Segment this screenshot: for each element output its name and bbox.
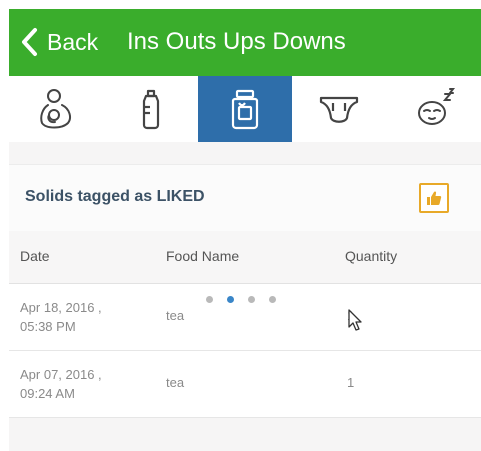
tab-bottle[interactable] xyxy=(103,76,197,142)
thumbs-up-icon xyxy=(427,191,442,205)
tab-solids[interactable] xyxy=(197,76,293,142)
column-header-quantity: Quantity xyxy=(345,248,398,264)
chevron-left-icon xyxy=(22,28,37,56)
back-button[interactable]: Back xyxy=(19,23,98,61)
page-dot-active[interactable] xyxy=(226,296,234,303)
bottle-icon xyxy=(142,89,159,130)
back-label: Back xyxy=(47,28,99,55)
column-header-date: Date xyxy=(20,248,50,264)
table-row[interactable]: Apr 07, 2016 , 09:24 AM tea 1 xyxy=(9,351,481,418)
solids-table: Date Food Name Quantity Apr 18, 2016 , 0… xyxy=(9,231,481,418)
row-quantity: 1 xyxy=(347,375,355,390)
baby-feeding-icon xyxy=(40,89,72,129)
table-row[interactable]: Apr 18, 2016 , 05:38 PM tea 1 xyxy=(9,284,481,351)
page-dot[interactable] xyxy=(205,296,213,303)
page-dot[interactable] xyxy=(268,296,276,303)
baby-food-jar-icon xyxy=(231,89,259,130)
category-tabs xyxy=(9,76,481,143)
tab-diaper[interactable] xyxy=(292,76,386,142)
diaper-icon xyxy=(320,96,359,123)
column-header-food-name: Food Name xyxy=(166,248,240,264)
sleeping-baby-icon xyxy=(417,88,455,125)
section-header: Solids tagged as LIKED xyxy=(9,164,481,232)
page-title: Ins Outs Ups Downs xyxy=(127,28,346,55)
top-bar: Back Ins Outs Ups Downs xyxy=(9,9,481,76)
row-date: Apr 07, 2016 , 09:24 AM xyxy=(20,367,102,401)
row-food-name: tea xyxy=(166,375,185,390)
mouse-cursor-icon xyxy=(348,309,362,331)
tab-sleep[interactable] xyxy=(387,76,481,142)
page-indicator xyxy=(0,296,481,303)
liked-filter-button[interactable] xyxy=(419,183,449,213)
section-title: Solids tagged as LIKED xyxy=(25,188,205,205)
table-header: Date Food Name Quantity xyxy=(9,231,481,284)
row-date: Apr 18, 2016 , 05:38 PM xyxy=(20,300,102,334)
page-dot[interactable] xyxy=(247,296,255,303)
row-food-name: tea xyxy=(166,308,185,323)
tab-feeding[interactable] xyxy=(9,76,103,142)
app-screen: Back Ins Outs Ups Downs Solids tagged as… xyxy=(0,0,481,451)
